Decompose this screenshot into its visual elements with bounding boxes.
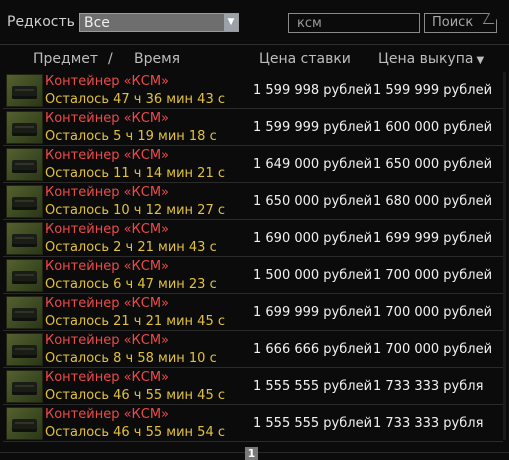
table-row[interactable]: Контейнер «КСМ» Осталось 21 ч 21 мин 45 …	[3, 294, 503, 331]
column-buyout[interactable]: Цена выкупа ▼	[378, 51, 484, 67]
table-row[interactable]: Контейнер «КСМ» Осталось 46 ч 55 мин 45 …	[3, 368, 503, 405]
container-icon	[6, 259, 43, 292]
table-row[interactable]: Контейнер «КСМ» Осталось 46 ч 55 мин 54 …	[3, 405, 503, 442]
item-name: Контейнер «КСМ»	[45, 407, 170, 422]
buyout-price: 1 599 999 рублей	[373, 83, 493, 98]
table-row[interactable]: Контейнер «КСМ» Осталось 8 ч 58 мин 10 с…	[3, 331, 503, 368]
time-left: Осталось 46 ч 55 мин 54 с	[45, 425, 225, 440]
container-icon	[6, 370, 43, 403]
button-corner-decoration	[482, 13, 501, 24]
item-name: Контейнер «КСМ»	[45, 185, 170, 200]
time-left: Осталось 6 ч 47 мин 23 с	[45, 277, 217, 292]
container-icon	[6, 333, 43, 366]
column-time[interactable]: Время	[134, 51, 180, 67]
time-left: Осталось 8 ч 58 мин 10 с	[45, 351, 217, 366]
column-bid[interactable]: Цена ставки	[259, 51, 351, 67]
buyout-price: 1 733 333 рубля	[373, 416, 484, 431]
time-left: Осталось 2 ч 21 мин 43 с	[45, 240, 217, 255]
chevron-down-icon[interactable]: ▼	[224, 14, 238, 31]
table-row[interactable]: Контейнер «КСМ» Осталось 6 ч 47 мин 23 с…	[3, 257, 503, 294]
column-buyout-label: Цена выкупа	[378, 51, 474, 67]
rarity-label: Редкость	[7, 14, 75, 30]
filter-bar: Редкость Все ▼ Поиск	[0, 0, 509, 44]
container-icon	[6, 222, 43, 255]
table-header: Предмет / Время Цена ставки Цена выкупа ▼	[0, 48, 509, 70]
item-name: Контейнер «КСМ»	[45, 111, 170, 126]
item-name: Контейнер «КСМ»	[45, 259, 170, 274]
search-button-label: Поиск	[432, 15, 474, 30]
container-icon	[6, 185, 43, 218]
rarity-select-value: Все	[84, 15, 110, 31]
item-name: Контейнер «КСМ»	[45, 222, 170, 237]
container-icon	[6, 148, 43, 181]
table-row[interactable]: Контейнер «КСМ» Осталось 47 ч 36 мин 43 …	[3, 72, 503, 109]
time-left: Осталось 10 ч 12 мин 27 с	[45, 203, 225, 218]
container-icon	[6, 111, 43, 144]
list-scrollbar[interactable]	[503, 72, 506, 440]
bid-price: 1 650 000 рублей	[253, 194, 373, 209]
bid-price: 1 649 000 рублей	[253, 157, 373, 172]
bid-price: 1 599 999 рублей	[253, 120, 373, 135]
item-name: Контейнер «КСМ»	[45, 370, 170, 385]
container-icon	[6, 296, 43, 329]
buyout-price: 1 650 000 рублей	[373, 157, 493, 172]
item-name: Контейнер «КСМ»	[45, 333, 170, 348]
buyout-price: 1 733 333 рубля	[373, 379, 484, 394]
search-button[interactable]: Поиск	[424, 13, 501, 33]
item-name: Контейнер «КСМ»	[45, 296, 170, 311]
bid-price: 1 599 998 рублей	[253, 83, 373, 98]
buyout-price: 1 700 000 рублей	[373, 268, 493, 283]
buyout-price: 1 699 999 рублей	[373, 231, 493, 246]
bid-price: 1 555 555 рублей	[253, 416, 373, 431]
table-row[interactable]: Контейнер «КСМ» Осталось 11 ч 14 мин 21 …	[3, 146, 503, 183]
bid-price: 1 555 555 рублей	[253, 379, 373, 394]
bid-price: 1 500 000 рублей	[253, 268, 373, 283]
rarity-select[interactable]: Все ▼	[79, 13, 239, 32]
buyout-price: 1 680 000 рублей	[373, 194, 493, 209]
sort-desc-icon: ▼	[476, 55, 485, 66]
time-left: Осталось 46 ч 55 мин 45 с	[45, 388, 225, 403]
time-left: Осталось 21 ч 21 мин 45 с	[45, 314, 225, 329]
container-icon	[6, 407, 43, 440]
column-item[interactable]: Предмет	[33, 51, 98, 67]
bid-price: 1 699 999 рублей	[253, 305, 373, 320]
table-row[interactable]: Контейнер «КСМ» Осталось 10 ч 12 мин 27 …	[3, 183, 503, 220]
time-left: Осталось 11 ч 14 мин 21 с	[45, 166, 225, 181]
bid-price: 1 666 666 рублей	[253, 342, 373, 357]
item-name: Контейнер «КСМ»	[45, 148, 170, 163]
header-divider	[0, 44, 509, 45]
table-row[interactable]: Контейнер «КСМ» Осталось 2 ч 21 мин 43 с…	[3, 220, 503, 257]
buyout-price: 1 700 000 рублей	[373, 342, 493, 357]
time-left: Осталось 47 ч 36 мин 43 с	[45, 92, 225, 107]
search-input[interactable]	[288, 13, 420, 33]
bid-price: 1 690 000 рублей	[253, 231, 373, 246]
time-left: Осталось 5 ч 19 мин 18 с	[45, 129, 217, 144]
item-name: Контейнер «КСМ»	[45, 74, 170, 89]
column-separator: /	[108, 51, 113, 67]
page-1-button[interactable]: 1	[245, 447, 258, 460]
container-icon	[6, 74, 43, 107]
buyout-price: 1 600 000 рублей	[373, 120, 493, 135]
table-row[interactable]: Контейнер «КСМ» Осталось 5 ч 19 мин 18 с…	[3, 109, 503, 146]
auction-list: Контейнер «КСМ» Осталось 47 ч 36 мин 43 …	[3, 72, 503, 442]
buyout-price: 1 700 000 рублей	[373, 305, 493, 320]
